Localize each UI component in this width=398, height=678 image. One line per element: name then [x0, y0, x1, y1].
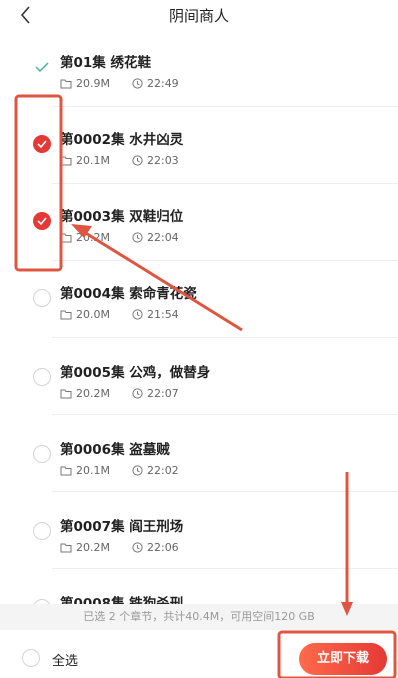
episode-title: 第0007集 阎王刑场: [60, 519, 184, 535]
episode-meta: 20.9M 22:49: [60, 77, 179, 90]
clock-icon: [132, 232, 143, 243]
select-checkbox[interactable]: [33, 445, 51, 463]
file-size: 20.2M: [76, 231, 110, 244]
episode-title: 第0006集 盗墓贼: [60, 442, 170, 458]
folder-icon: [60, 156, 72, 166]
episode-title: 第01集 绣花鞋: [60, 55, 151, 71]
folder-icon: [60, 79, 72, 89]
episode-meta: 20.1M 22:02: [60, 464, 179, 477]
folder-icon: [60, 233, 72, 243]
episode-row[interactable]: 第0007集 阎王刑场 20.2M 22:06: [0, 492, 398, 569]
folder-icon: [60, 310, 72, 320]
select-checkbox[interactable]: [33, 522, 51, 540]
file-size: 20.0M: [76, 308, 110, 321]
folder-icon: [60, 543, 72, 553]
episode-row[interactable]: 第0004集 索命青花瓷 20.0M 21:54: [0, 261, 398, 338]
file-size: 20.1M: [76, 154, 110, 167]
episode-meta: 20.1M 22:03: [60, 154, 179, 167]
checkmark-icon: [37, 217, 47, 226]
episode-title: 第0005集 公鸡，做替身: [60, 365, 211, 381]
bottom-action-bar: 全选 立即下载: [0, 632, 398, 678]
select-checkbox[interactable]: [33, 368, 51, 386]
episode-meta: 20.0M 21:54: [60, 308, 179, 321]
episode-meta: 20.2M 22:04: [60, 231, 179, 244]
episode-list: 第01集 绣花鞋 20.9M 22:49 第0002集 水井凶灵 20.1M 2…: [0, 30, 398, 620]
duration: 22:06: [146, 541, 179, 554]
episode-row[interactable]: 第01集 绣花鞋 20.9M 22:49: [0, 30, 398, 107]
file-size: 20.2M: [76, 541, 110, 554]
duration: 21:54: [146, 308, 179, 321]
select-all-checkbox[interactable]: [22, 649, 40, 667]
episode-meta: 20.2M 22:06: [60, 541, 179, 554]
clock-icon: [132, 309, 143, 320]
episode-row[interactable]: 第0005集 公鸡，做替身 20.2M 22:07: [0, 338, 398, 415]
episode-row[interactable]: 第0006集 盗墓贼 20.1M 22:02: [0, 415, 398, 492]
select-all-label[interactable]: 全选: [52, 650, 78, 669]
downloaded-check-icon: [33, 58, 51, 76]
file-size: 20.2M: [76, 387, 110, 400]
folder-icon: [60, 466, 72, 476]
folder-icon: [60, 389, 72, 399]
top-bar: 阴间商人: [0, 0, 398, 30]
selected-checkbox[interactable]: [33, 212, 51, 230]
file-size: 20.9M: [76, 77, 110, 90]
clock-icon: [132, 155, 143, 166]
episode-row[interactable]: 第0003集 双鞋归位 20.2M 22:04: [0, 184, 398, 261]
file-size: 20.1M: [76, 464, 110, 477]
clock-icon: [132, 78, 143, 89]
episode-row[interactable]: 第0002集 水井凶灵 20.1M 22:03: [0, 107, 398, 184]
clock-icon: [132, 465, 143, 476]
episode-title: 第0002集 水井凶灵: [60, 132, 184, 148]
episode-title: 第0003集 双鞋归位: [60, 209, 184, 225]
select-checkbox[interactable]: [33, 289, 51, 307]
selected-checkbox[interactable]: [33, 135, 51, 153]
clock-icon: [132, 542, 143, 553]
duration: 22:49: [146, 77, 179, 90]
episode-meta: 20.2M 22:07: [60, 387, 179, 400]
episode-title: 第0004集 索命青花瓷: [60, 286, 197, 302]
duration: 22:03: [146, 154, 179, 167]
page-title: 阴间商人: [168, 7, 229, 25]
clock-icon: [132, 388, 143, 399]
checkmark-icon: [37, 140, 47, 149]
selection-summary: 已选 2 个章节，共计40.4M，可用空间120 GB: [0, 604, 398, 630]
duration: 22:02: [146, 464, 179, 477]
duration: 22:07: [146, 387, 179, 400]
duration: 22:04: [146, 231, 179, 244]
download-now-button[interactable]: 立即下载: [299, 643, 387, 675]
